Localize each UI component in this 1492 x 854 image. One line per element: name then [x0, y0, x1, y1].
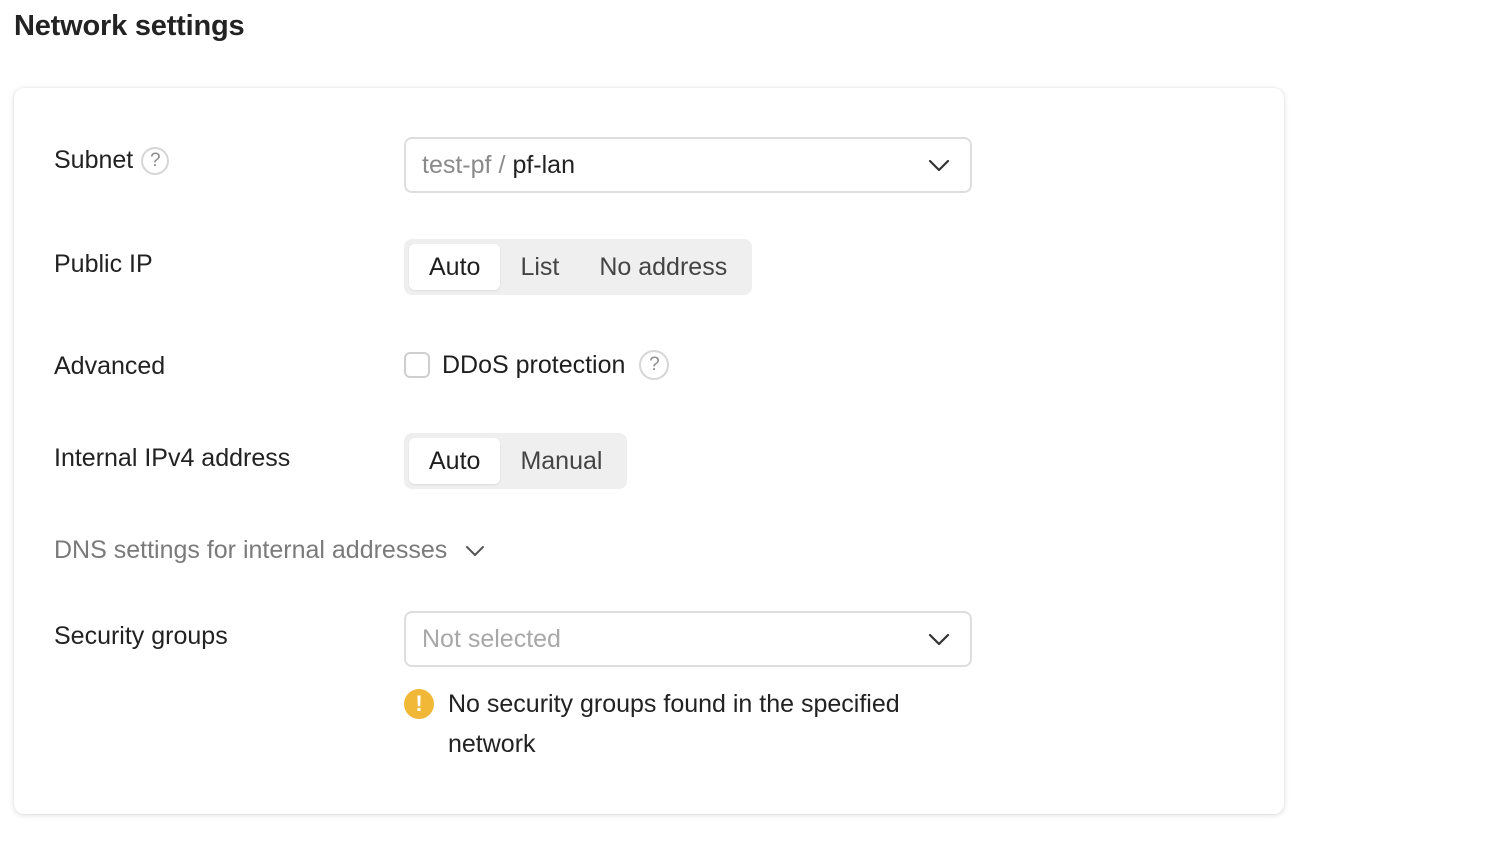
security-groups-label-text: Security groups — [54, 622, 228, 650]
security-groups-placeholder: Not selected — [422, 624, 561, 653]
dns-settings-toggle[interactable]: DNS settings for internal addresses — [54, 536, 485, 565]
ddos-protection-label[interactable]: DDoS protection — [442, 351, 625, 380]
advanced-label: Advanced — [54, 352, 165, 381]
subnet-row-label: Subnet ? — [54, 146, 170, 175]
network-settings-card: Subnet ? test-pf / pf-lan Public IP Auto… — [14, 88, 1284, 814]
internal-ipv4-option-manual[interactable]: Manual — [500, 438, 622, 484]
subnet-help-icon[interactable]: ? — [141, 146, 170, 175]
public-ip-segmented-control: Auto List No address — [404, 239, 753, 295]
subnet-select[interactable]: test-pf / pf-lan — [404, 137, 972, 193]
ddos-protection-checkbox[interactable] — [404, 352, 430, 378]
public-ip-option-no-address[interactable]: No address — [579, 244, 747, 290]
ddos-help-icon[interactable]: ? — [639, 350, 670, 380]
page-title: Network settings — [14, 10, 245, 42]
subnet-separator: / — [498, 150, 506, 179]
internal-ipv4-segmented-control: Auto Manual — [404, 433, 628, 489]
dns-settings-label: DNS settings for internal addresses — [54, 536, 448, 564]
public-ip-label: Public IP — [54, 250, 153, 279]
public-ip-option-auto[interactable]: Auto — [409, 244, 501, 290]
public-ip-option-list[interactable]: List — [500, 244, 579, 290]
subnet-label: Subnet — [54, 146, 134, 174]
security-groups-select[interactable]: Not selected — [404, 611, 972, 667]
subnet-value: pf-lan — [512, 150, 575, 179]
warning-icon: ! — [404, 689, 434, 719]
ddos-protection-option: DDoS protection ? — [404, 350, 670, 380]
security-groups-label: Security groups — [54, 622, 228, 651]
internal-ipv4-option-auto[interactable]: Auto — [409, 438, 501, 484]
advanced-label-text: Advanced — [54, 352, 166, 380]
public-ip-label-text: Public IP — [54, 250, 153, 278]
warning-message: No security groups found in the specifie… — [448, 690, 900, 758]
chevron-down-icon — [928, 633, 950, 646]
chevron-down-icon — [466, 545, 485, 556]
internal-ipv4-label: Internal IPv4 address — [54, 444, 290, 473]
subnet-folder: test-pf — [422, 150, 492, 179]
chevron-down-icon — [928, 159, 950, 172]
security-groups-warning: ! No security groups found in the specif… — [404, 684, 964, 764]
internal-ipv4-label-text: Internal IPv4 address — [54, 444, 291, 472]
